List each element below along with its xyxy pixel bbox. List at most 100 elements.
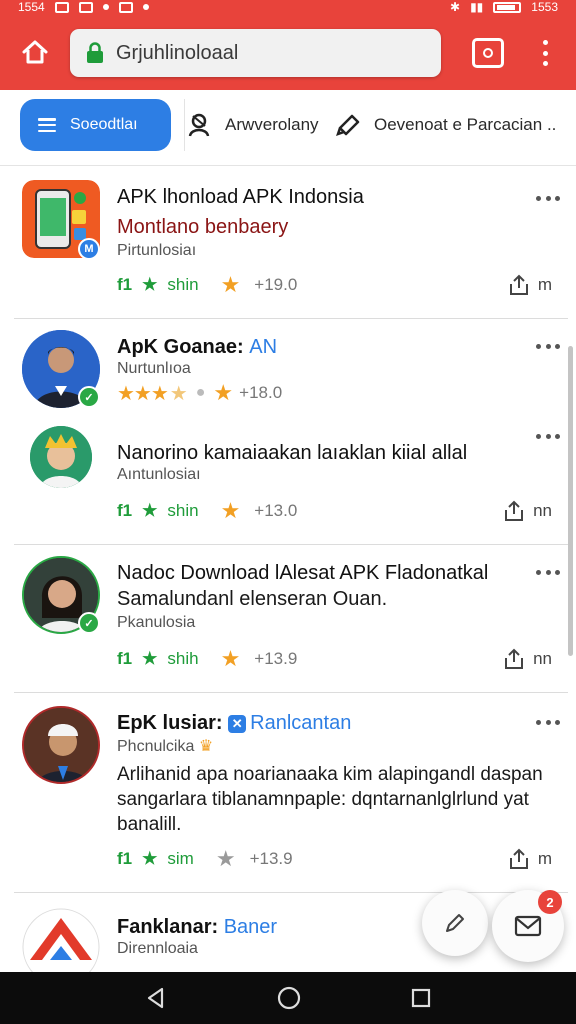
back-icon[interactable] <box>144 986 168 1010</box>
post-card[interactable]: ✓ ApK Goanae: AN Nurtunlıoa ★★★ ★ ● ★ +1… <box>14 330 568 420</box>
post-title-suffix: Ranlcantan <box>250 712 352 734</box>
share-button[interactable]: nn <box>503 648 552 670</box>
download-icon[interactable]: f1 <box>117 849 132 869</box>
recents-icon[interactable] <box>410 987 432 1009</box>
more-horizontal-icon <box>536 433 541 439</box>
rating-value: +13.9 <box>254 649 298 668</box>
download-icon[interactable]: f1 <box>117 649 132 669</box>
person-avatar-icon <box>30 426 92 488</box>
home-circle-icon[interactable] <box>276 985 302 1011</box>
share-button[interactable]: m <box>508 848 552 870</box>
share-icon <box>509 848 528 869</box>
pencil-icon <box>446 914 464 932</box>
share-count: nn <box>533 649 552 668</box>
share-icon <box>505 648 524 669</box>
browser-menu-button[interactable] <box>530 36 560 70</box>
filter-chip-1[interactable]: Soeodtlaı <box>20 99 171 151</box>
like-count[interactable]: shin <box>167 275 198 295</box>
more-options-button[interactable] <box>536 192 560 204</box>
post-title: EpK lusiar: ✕ Ranlcantan <box>117 712 351 735</box>
url-text: Grjuhlinoloaal <box>116 41 239 64</box>
post-card[interactable]: M APK lhonload APK Indonsia Montlano ben… <box>14 180 568 320</box>
post-title: ApK Goanae: AN <box>117 336 277 359</box>
download-icon[interactable]: f1 <box>117 501 132 521</box>
mail-notification-icon <box>78 1 93 13</box>
dot-icon: ● <box>195 384 206 401</box>
verified-badge-icon: ✓ <box>78 612 100 634</box>
green-star-icon: ★ <box>142 275 158 294</box>
more-options-button[interactable] <box>536 430 560 442</box>
inbox-button[interactable]: 2 <box>492 890 564 962</box>
like-count[interactable]: sim <box>167 849 193 869</box>
more-options-button[interactable] <box>536 566 560 578</box>
rating-value: +18.0 <box>239 383 283 402</box>
post-card[interactable]: Nanorino kamaiaakan laıaklan kiial allal… <box>14 424 568 544</box>
tabs-button[interactable] <box>472 38 504 68</box>
avatar[interactable] <box>22 908 100 972</box>
feed-scrollbar[interactable] <box>568 346 573 656</box>
post-subtitle: Samalundanl elenseran Ouan. <box>117 588 388 610</box>
status-time-right: 1553 <box>531 0 558 14</box>
address-bar[interactable]: Grjuhlinoloaal <box>70 29 441 77</box>
post-feed[interactable]: M APK lhonload APK Indonsia Montlano ben… <box>0 166 576 972</box>
avatar[interactable] <box>30 426 92 488</box>
post-title-text: Fanklanar: <box>117 916 219 938</box>
lock-icon <box>87 42 103 63</box>
share-icon <box>505 500 524 521</box>
more-vertical-icon <box>542 40 548 45</box>
more-options-button[interactable] <box>536 340 560 352</box>
share-button[interactable]: nn <box>503 500 552 522</box>
notification-icon <box>54 1 69 13</box>
filter-chip-3[interactable]: Oevenoat e Parcacian .. <box>336 99 576 151</box>
post-card[interactable]: EpK lusiar: ✕ Ranlcantan Phcnulcika ♛ Arl… <box>14 706 568 888</box>
more-horizontal-icon <box>536 719 541 725</box>
megaphone-icon <box>336 114 360 136</box>
dot-notification-icon <box>142 4 149 10</box>
verified-badge-icon: M <box>78 238 100 260</box>
rating-value: +13.0 <box>254 501 298 520</box>
star-icon[interactable]: ★ <box>221 646 241 672</box>
system-nav-bar <box>0 972 576 1024</box>
home-icon <box>22 40 48 64</box>
share-button[interactable]: m <box>508 274 552 296</box>
avatar[interactable] <box>22 706 100 784</box>
crown-icon: ♛ <box>198 738 214 755</box>
post-meta: Nurtunlıoa <box>117 360 191 377</box>
like-count[interactable]: shin <box>167 501 198 521</box>
rating-row: ★★★ ★ ● ★ +18.0 <box>117 380 282 406</box>
star-rating-icon: ★★★ <box>117 382 169 405</box>
menu-icon <box>38 118 56 132</box>
share-count: m <box>537 275 552 294</box>
post-title: Nanorino kamaiaakan laıaklan kiial allal <box>117 442 468 464</box>
post-actions: f1 ★ shih ★ +13.9 <box>117 646 297 672</box>
tabs-icon <box>483 48 493 58</box>
star-outline-icon[interactable]: ★ <box>216 846 236 872</box>
star-icon[interactable]: ★ <box>213 380 233 406</box>
image-notification-icon <box>118 1 133 13</box>
post-meta: Pirtunlosiaı <box>117 242 197 259</box>
filter-chip-2[interactable]: Arwverolany <box>184 99 330 151</box>
like-count[interactable]: shih <box>167 649 198 669</box>
person-icon <box>188 113 210 137</box>
compose-button[interactable] <box>422 890 488 956</box>
filter-chips: Soeodtlaı Arwverolany Oevenoat e Parcaci… <box>0 90 576 166</box>
divider <box>14 892 568 893</box>
star-icon[interactable]: ★ <box>221 272 241 298</box>
person-avatar-icon <box>24 708 98 782</box>
post-title-text: ApK Goanae: <box>117 336 244 358</box>
share-count: nn <box>533 501 552 520</box>
post-meta: Phcnulcika ♛ <box>117 736 213 756</box>
post-actions: f1 ★ sim ★ +13.9 <box>117 846 293 872</box>
more-horizontal-icon <box>536 343 541 349</box>
post-actions: f1 ★ shin ★ +13.0 <box>117 498 297 524</box>
download-icon[interactable]: f1 <box>117 275 132 295</box>
rating-value: +19.0 <box>254 275 298 294</box>
post-card[interactable]: ✓ Nadoc Download lAlesat APK Fladonatkal… <box>14 556 568 692</box>
more-options-button[interactable] <box>536 716 560 728</box>
green-star-icon: ★ <box>142 649 158 668</box>
filter-chip-label: Oevenoat e Parcacian .. <box>374 115 557 134</box>
home-button[interactable] <box>10 27 60 77</box>
verified-badge-icon: ✓ <box>78 386 100 408</box>
star-icon[interactable]: ★ <box>221 498 241 524</box>
mail-icon <box>514 915 542 937</box>
